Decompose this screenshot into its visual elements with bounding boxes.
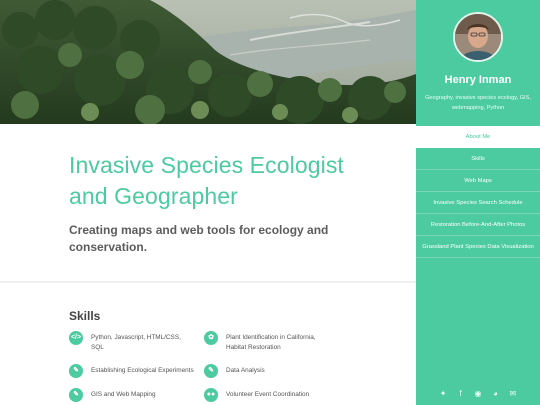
- twitter-icon[interactable]: ✦: [438, 389, 449, 399]
- skill-label: Establishing Ecological Experiments: [91, 367, 194, 374]
- instagram-icon[interactable]: ◉: [473, 389, 484, 399]
- pencil-icon: ✎: [69, 364, 83, 378]
- nav-item-search-schedule[interactable]: Invasive Species Search Schedule: [416, 192, 540, 214]
- profile-name: Henry Inman: [444, 74, 512, 86]
- sidebar: Henry Inman Geography, invasive species …: [416, 0, 540, 405]
- hero-image: [0, 0, 416, 124]
- github-icon[interactable]: ◕: [490, 389, 501, 399]
- avatar: [453, 12, 503, 62]
- intro-section: Invasive Species Ecologist and Geographe…: [69, 150, 369, 256]
- facebook-icon[interactable]: f: [455, 389, 466, 399]
- social-links: ✦ f ◉ ◕ ✉: [416, 383, 540, 401]
- skill-item: ✎ GIS and Web Mapping: [69, 388, 194, 402]
- page-title: Invasive Species Ecologist and Geographe…: [69, 152, 344, 209]
- pencil-icon: ✎: [69, 388, 83, 402]
- nav-item-restoration-photos[interactable]: Restoration Before-And-After Photos: [416, 214, 540, 236]
- skill-label: GIS and Web Mapping: [91, 391, 156, 398]
- nav-item-about-me[interactable]: About Me: [416, 126, 540, 148]
- skill-item: ✿ Plant Identification in California, Ha…: [204, 331, 334, 353]
- page-subtitle: Creating maps and web tools for ecology …: [69, 223, 329, 254]
- group-icon: ●●: [204, 388, 218, 402]
- skill-label: Data Analysis: [226, 367, 265, 374]
- email-icon[interactable]: ✉: [507, 389, 518, 399]
- pencil-icon: ✎: [204, 364, 218, 378]
- skill-item: ✎ Data Analysis: [204, 364, 334, 378]
- skill-label: Plant Identification in California, Habi…: [226, 334, 316, 351]
- nav-item-grassland-visualization[interactable]: Grassland Plant Species Data Visualizati…: [416, 236, 540, 258]
- skill-label: Python, Javascript, HTML/CSS, SQL: [91, 334, 181, 351]
- skill-item: </> Python, Javascript, HTML/CSS, SQL: [69, 331, 194, 353]
- skill-item: ✎ Establishing Ecological Experiments: [69, 364, 194, 378]
- section-divider: [0, 281, 416, 283]
- skill-item: ●● Volunteer Event Coordination: [204, 388, 334, 402]
- nav-item-web-maps[interactable]: Web Maps: [416, 170, 540, 192]
- nav-item-skills[interactable]: Skills: [416, 148, 540, 170]
- sidebar-nav: About Me Skills Web Maps Invasive Specie…: [416, 126, 540, 258]
- code-icon: </>: [69, 331, 83, 345]
- skills-heading: Skills: [69, 309, 101, 323]
- skill-label: Volunteer Event Coordination: [226, 391, 310, 398]
- profile-tagline: Geography, invasive species ecology, GIS…: [425, 95, 531, 111]
- leaf-icon: ✿: [204, 331, 218, 345]
- main-content: Invasive Species Ecologist and Geographe…: [0, 124, 416, 405]
